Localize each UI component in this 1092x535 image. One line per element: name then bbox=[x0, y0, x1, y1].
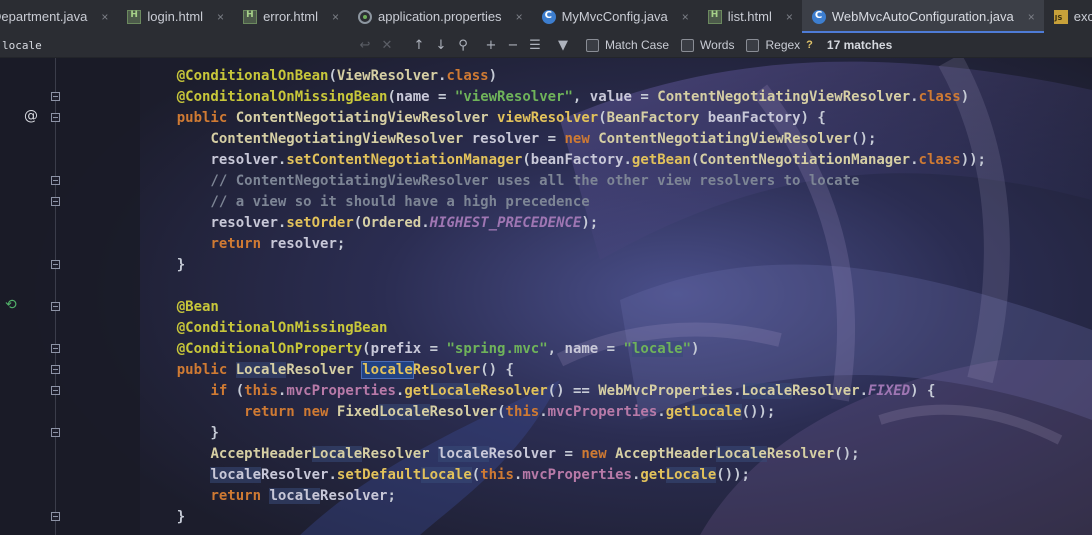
code-line: } bbox=[176, 509, 186, 525]
code-line: // ContentNegotiatingViewResolver uses a… bbox=[143, 173, 860, 189]
code-line: } bbox=[210, 425, 219, 441]
fold-marker-icon[interactable] bbox=[51, 197, 60, 206]
code-line: @Bean bbox=[176, 299, 219, 315]
code-line: return new FixedLocaleResolver(this.mvcP… bbox=[244, 404, 776, 420]
code-line: resolver.setContentNegotiationManager(be… bbox=[210, 152, 986, 168]
tab-label: Department.java bbox=[0, 9, 88, 24]
code-line: return resolver; bbox=[210, 236, 346, 252]
tab-webmvcautoconfiguration-java[interactable]: WebMvcAutoConfiguration.java × bbox=[801, 0, 1044, 33]
code-line: // a view so it should have a high prece… bbox=[143, 194, 590, 210]
remove-selection-icon[interactable]: − bbox=[502, 38, 524, 53]
replace-arrow-icon[interactable]: ↩ bbox=[354, 38, 376, 53]
match-case-label[interactable]: Match Case bbox=[605, 38, 669, 52]
add-selection-icon[interactable]: + bbox=[480, 38, 502, 53]
close-icon[interactable]: × bbox=[1028, 10, 1035, 24]
java-class-icon bbox=[811, 9, 826, 24]
match-case-checkbox[interactable] bbox=[586, 38, 599, 52]
code-line: } bbox=[176, 257, 186, 273]
java-class-icon bbox=[541, 9, 556, 24]
tab-department-java[interactable]: Department.java × bbox=[0, 0, 117, 33]
editor-tab-bar: Department.java × login.html × error.htm… bbox=[0, 0, 1092, 34]
code-line: return localeResolver; bbox=[210, 488, 396, 504]
close-icon[interactable]: × bbox=[786, 10, 793, 24]
html-file-icon bbox=[243, 9, 258, 24]
regex-help-icon[interactable]: ? bbox=[806, 39, 813, 51]
js-file-icon bbox=[1053, 9, 1068, 24]
fold-marker-icon[interactable] bbox=[51, 512, 60, 521]
tab-label: error.html bbox=[263, 9, 318, 24]
fold-marker-icon[interactable] bbox=[51, 365, 60, 374]
tab-list-html[interactable]: list.html × bbox=[698, 0, 802, 33]
select-all-occurrences-icon[interactable]: ☰ bbox=[524, 38, 546, 53]
search-input[interactable] bbox=[0, 35, 354, 55]
tab-login-html[interactable]: login.html × bbox=[117, 0, 233, 33]
words-checkbox[interactable] bbox=[681, 38, 695, 52]
code-line: resolver.setOrder(Ordered.HIGHEST_PRECED… bbox=[210, 215, 599, 231]
code-line: if (this.mvcProperties.getLocaleResolver… bbox=[210, 383, 936, 399]
code-line: @ConditionalOnBean(ViewResolver.class) bbox=[176, 68, 498, 84]
close-icon[interactable]: × bbox=[217, 10, 224, 24]
fold-marker-icon[interactable] bbox=[51, 113, 60, 122]
fold-marker-icon[interactable] bbox=[51, 428, 60, 437]
tab-mymvcconfig-java[interactable]: MyMvcConfig.java × bbox=[532, 0, 698, 33]
find-all-icon[interactable]: ⚲ bbox=[452, 38, 474, 53]
tab-label: WebMvcAutoConfiguration.java bbox=[831, 9, 1014, 24]
words-label[interactable]: Words bbox=[700, 38, 734, 52]
filter-icon[interactable]: ▼ bbox=[552, 38, 574, 53]
tab-label: excanvas.js bbox=[1073, 9, 1092, 24]
tab-label: login.html bbox=[147, 9, 204, 24]
code-line: @ConditionalOnProperty(prefix = "spring.… bbox=[176, 341, 700, 357]
bean-gutter-icon[interactable]: ⟲ bbox=[5, 297, 17, 313]
html-file-icon bbox=[127, 9, 142, 24]
properties-file-icon bbox=[357, 9, 372, 24]
code-line: @ConditionalOnMissingBean bbox=[176, 320, 388, 336]
tab-application-properties[interactable]: application.properties × bbox=[348, 0, 532, 33]
clear-search-icon[interactable]: ✕ bbox=[376, 38, 398, 53]
fold-marker-icon[interactable] bbox=[51, 260, 60, 269]
code-editor[interactable]: @ConditionalOnBean(ViewResolver.class) @… bbox=[0, 57, 1092, 535]
regex-label[interactable]: Regex bbox=[765, 38, 800, 52]
close-icon[interactable]: × bbox=[101, 10, 108, 24]
close-icon[interactable]: × bbox=[332, 10, 339, 24]
code-line: public ContentNegotiatingViewResolver vi… bbox=[176, 110, 826, 126]
tab-label: MyMvcConfig.java bbox=[561, 9, 668, 24]
regex-checkbox[interactable] bbox=[746, 38, 760, 52]
fold-marker-icon[interactable] bbox=[51, 302, 60, 311]
fold-marker-icon[interactable] bbox=[51, 92, 60, 101]
tab-error-html[interactable]: error.html × bbox=[233, 0, 348, 33]
code-line: localeResolver.setDefaultLocale(this.mvc… bbox=[210, 467, 750, 483]
previous-occurrence-icon[interactable]: ↑ bbox=[408, 38, 430, 53]
code-line: AcceptHeaderLocaleResolver localeResolve… bbox=[210, 446, 860, 462]
close-icon[interactable]: × bbox=[682, 10, 689, 24]
fold-marker-icon[interactable] bbox=[51, 386, 60, 395]
code-line: ContentNegotiatingViewResolver resolver … bbox=[210, 131, 877, 147]
fold-marker-icon[interactable] bbox=[51, 176, 60, 185]
annotation-at-icon[interactable]: @ bbox=[24, 108, 38, 124]
tab-excanvas-js[interactable]: excanvas.js bbox=[1044, 0, 1092, 33]
close-icon[interactable]: × bbox=[516, 10, 523, 24]
match-count: 17 matches bbox=[826, 38, 893, 52]
tab-label: list.html bbox=[727, 9, 772, 24]
code-line: public LocaleResolver localeResolver() { bbox=[176, 361, 514, 379]
find-bar: ↩ ✕ ↑ ↓ ⚲ + − ☰ ▼ Match Case Words Regex… bbox=[0, 33, 1092, 58]
html-file-icon bbox=[707, 9, 722, 24]
fold-marker-icon[interactable] bbox=[51, 344, 60, 353]
next-occurrence-icon[interactable]: ↓ bbox=[430, 38, 452, 53]
tab-label: application.properties bbox=[377, 9, 502, 24]
code-line: @ConditionalOnMissingBean(name = "viewRe… bbox=[176, 89, 970, 105]
